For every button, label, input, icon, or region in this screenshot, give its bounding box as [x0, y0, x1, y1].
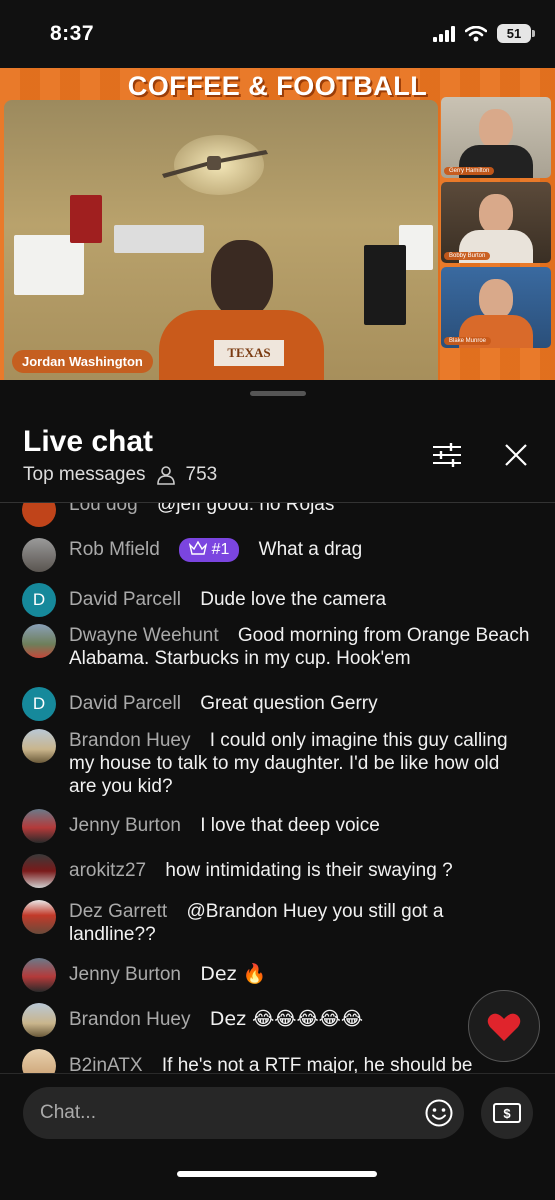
status-bar: 8:37 51	[0, 0, 555, 68]
close-chat-button[interactable]	[499, 438, 533, 472]
ceiling-fan-icon	[162, 150, 268, 178]
host-person: TEXAS	[159, 240, 324, 380]
cellular-signal-icon	[433, 25, 455, 42]
chat-input-bar: Chat... $	[0, 1073, 555, 1200]
chat-message[interactable]: Brandon Huey Dez 😂😂😂😂😂	[22, 1003, 532, 1037]
chat-message[interactable]: D David Parcell Great question Gerry	[22, 687, 532, 721]
wall-poster	[14, 235, 84, 295]
status-icons: 51	[433, 24, 535, 43]
message-text: how intimidating is their swaying ?	[165, 860, 453, 881]
emoji-picker-icon[interactable]	[424, 1098, 454, 1128]
chat-message[interactable]: Lou dog @jeff good. no Rojas	[22, 503, 532, 527]
host-head	[211, 240, 273, 318]
message-author[interactable]: Jenny Burton	[69, 964, 181, 985]
avatar[interactable]	[22, 729, 56, 763]
message-author[interactable]: Brandon Huey	[69, 730, 190, 751]
message-text: What a drag	[258, 539, 363, 560]
guest-camera-feed: Bobby Burton	[441, 182, 551, 263]
chat-message[interactable]: Dwayne Weehunt Good morning from Orange …	[22, 624, 532, 670]
host-shirt: TEXAS	[159, 310, 324, 380]
host-name-tag: Jordan Washington	[12, 350, 153, 373]
status-time: 8:37	[50, 22, 95, 45]
host-camera-feed: TEXAS Jordan Washington	[4, 100, 438, 380]
message-text: Great question Gerry	[200, 693, 378, 714]
filter-settings-button[interactable]	[430, 438, 464, 472]
heart-icon	[487, 1013, 521, 1041]
message-author[interactable]: Rob Mfield	[69, 539, 160, 560]
video-player[interactable]: COFFEE & FOOTBALL TEXAS Jordan Washingto…	[0, 68, 555, 380]
message-text: I love that deep voice	[200, 815, 380, 836]
chat-input[interactable]: Chat...	[23, 1087, 464, 1139]
super-chat-button[interactable]: $	[481, 1087, 533, 1139]
guest-camera-feed: Gerry Hamilton	[441, 97, 551, 178]
chat-mode-label[interactable]: Top messages	[23, 464, 146, 486]
avatar[interactable]	[22, 809, 56, 843]
chat-message[interactable]: Jenny Burton I love that deep voice	[22, 809, 532, 843]
member-badge: #1	[179, 538, 240, 562]
chat-message[interactable]: Brandon Huey I could only imagine this g…	[22, 729, 532, 798]
avatar[interactable]	[22, 900, 56, 934]
avatar[interactable]: D	[22, 583, 56, 617]
chat-message[interactable]: arokitz27 how intimidating is their sway…	[22, 854, 532, 888]
guest-camera-feed: Blake Munroe	[441, 267, 551, 348]
message-author[interactable]: Brandon Huey	[69, 1009, 190, 1030]
sliders-icon	[433, 443, 461, 467]
guest-name-tag: Bobby Burton	[444, 252, 491, 260]
message-author[interactable]: B2inATX	[69, 1055, 143, 1073]
viewers-icon	[156, 466, 175, 485]
message-author[interactable]: David Parcell	[69, 589, 181, 610]
avatar[interactable]	[22, 538, 56, 572]
dollar-bill-icon: $	[493, 1103, 521, 1123]
message-text: @jeff good. no Rojas	[156, 503, 335, 515]
shirt-text: TEXAS	[214, 340, 284, 366]
message-author[interactable]: Lou dog	[69, 503, 138, 515]
message-author[interactable]: arokitz27	[69, 860, 146, 881]
avatar[interactable]	[22, 1003, 56, 1037]
chat-message[interactable]: D David Parcell Dude love the camera	[22, 583, 532, 617]
avatar[interactable]	[22, 624, 56, 658]
chat-message[interactable]: Dez Garrett @Brandon Huey you still got …	[22, 900, 532, 946]
message-text: Dez 😂😂😂😂😂	[209, 1008, 364, 1030]
chat-message[interactable]: B2inATX If he's not a RTF major, he shou…	[22, 1049, 532, 1073]
chat-input-placeholder: Chat...	[40, 1102, 96, 1123]
wall-jersey	[364, 245, 406, 325]
svg-text:$: $	[503, 1106, 511, 1121]
avatar[interactable]: D	[22, 687, 56, 721]
drag-handle[interactable]	[250, 391, 306, 396]
message-author[interactable]: David Parcell	[69, 693, 181, 714]
crown-icon	[188, 540, 208, 555]
guest-name-tag: Gerry Hamilton	[444, 167, 495, 175]
battery-icon: 51	[497, 24, 535, 43]
chat-messages-list[interactable]: Lou dog @jeff good. no Rojas Rob Mfield …	[0, 503, 555, 1073]
wifi-icon	[465, 25, 487, 41]
home-indicator	[177, 1171, 377, 1177]
live-chat-panel: Live chat Top messages 753 Lou dog @jeff…	[0, 380, 555, 1200]
chat-subtitle[interactable]: Top messages 753	[23, 464, 217, 486]
chat-message[interactable]: Jenny Burton Dez 🔥	[22, 958, 532, 992]
avatar[interactable]	[22, 503, 56, 527]
guest-name-tag: Blake Munroe	[444, 337, 492, 345]
message-author[interactable]: Jenny Burton	[69, 815, 181, 836]
message-author[interactable]: Dez Garrett	[69, 901, 167, 922]
viewer-count: 753	[185, 464, 218, 485]
chat-message[interactable]: Rob Mfield #1 What a drag	[22, 538, 532, 572]
avatar[interactable]	[22, 854, 56, 888]
message-text: Dez 🔥	[200, 963, 267, 985]
avatar[interactable]	[22, 958, 56, 992]
badge-label: #1	[211, 541, 230, 558]
heart-reaction-button[interactable]	[468, 990, 540, 1062]
chat-title: Live chat	[23, 425, 154, 458]
message-text: If he's not a RTF major, he should be	[161, 1055, 473, 1073]
message-text: Dude love the camera	[200, 589, 387, 610]
wall-jersey	[70, 195, 102, 243]
message-author[interactable]: Dwayne Weehunt	[69, 625, 219, 646]
close-icon	[505, 444, 527, 466]
avatar[interactable]	[22, 1049, 56, 1073]
